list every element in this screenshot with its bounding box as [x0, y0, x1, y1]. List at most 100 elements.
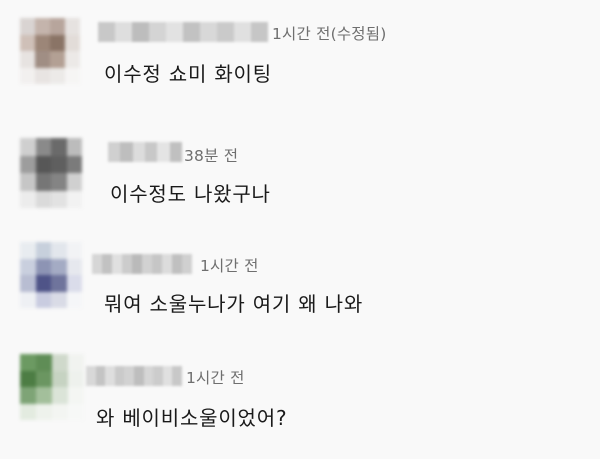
- name-pixel: [169, 142, 182, 162]
- comment-4: 1시간 전 와 베이비소울이었어?: [0, 340, 600, 459]
- name-pixel: [162, 366, 173, 386]
- comment-timestamp[interactable]: 1시간 전: [200, 254, 259, 276]
- avatar-pixel: [35, 51, 50, 68]
- avatar-pixel: [66, 138, 82, 156]
- avatar-pixel: [35, 291, 51, 308]
- avatar-pixel: [51, 138, 67, 156]
- avatar-pixel: [36, 387, 52, 404]
- comment-text: 이수정 쇼미 화이팅: [104, 62, 272, 86]
- name-pixel: [153, 366, 163, 386]
- avatar-pixel: [35, 34, 50, 51]
- avatar-pixel: [20, 190, 36, 208]
- avatar-pixel: [20, 291, 36, 308]
- avatar-pixel: [51, 275, 67, 292]
- name-pixel: [251, 22, 268, 42]
- avatar-pixel: [66, 258, 82, 275]
- avatar-pixel: [66, 291, 82, 308]
- avatar-pixel: [20, 155, 36, 173]
- name-pixel: [114, 366, 125, 386]
- avatar-pixel: [66, 242, 82, 259]
- avatar-pixel: [20, 403, 36, 420]
- avatar-pixel: [20, 173, 36, 191]
- avatar-pixel: [20, 354, 36, 371]
- avatar-pixel: [51, 291, 67, 308]
- avatar-pixel: [35, 190, 51, 208]
- comment-1: 1시간 전(수정됨) 이수정 쇼미 화이팅: [0, 0, 600, 110]
- name-pixel: [149, 22, 166, 42]
- avatar-pixel: [68, 403, 84, 420]
- avatar-pixel: [20, 51, 35, 68]
- avatar-pixel: [65, 67, 80, 84]
- avatar-pixel: [36, 370, 52, 387]
- avatar-pixel: [50, 34, 65, 51]
- comment-text: 뭐여 소울누나가 여기 왜 나와: [104, 292, 364, 316]
- avatar-pixel: [35, 258, 51, 275]
- avatar-pixel: [20, 34, 35, 51]
- avatar-pixel: [50, 51, 65, 68]
- avatar-pixel: [52, 387, 68, 404]
- name-pixel: [152, 254, 162, 274]
- avatar-pixel: [20, 370, 36, 387]
- avatar-pixel: [51, 258, 67, 275]
- name-pixel: [133, 366, 144, 386]
- avatar-pixel: [68, 387, 84, 404]
- avatar-pixel: [51, 155, 67, 173]
- name-pixel: [217, 22, 234, 42]
- avatar[interactable]: [20, 242, 82, 308]
- avatar-pixel: [68, 354, 84, 371]
- avatar-pixel: [52, 370, 68, 387]
- avatar-pixel: [52, 403, 68, 420]
- name-pixel: [132, 142, 145, 162]
- avatar-pixel: [51, 242, 67, 259]
- avatar-pixel: [36, 403, 52, 420]
- name-pixel: [108, 142, 121, 162]
- name-pixel: [172, 366, 182, 386]
- avatar-pixel: [35, 138, 51, 156]
- comment-3: 1시간 전 뭐여 소울누나가 여기 왜 나와: [0, 230, 600, 340]
- author-name[interactable]: [98, 22, 268, 42]
- avatar-pixel: [51, 190, 67, 208]
- avatar-pixel: [66, 275, 82, 292]
- comment-2: 38분 전 이수정도 나왔구나: [0, 110, 600, 230]
- author-name[interactable]: [108, 142, 182, 162]
- name-pixel: [183, 22, 200, 42]
- name-pixel: [98, 22, 115, 42]
- avatar-pixel: [50, 67, 65, 84]
- avatar-pixel: [35, 275, 51, 292]
- name-pixel: [172, 254, 182, 274]
- author-name[interactable]: [92, 254, 192, 274]
- name-pixel: [105, 366, 115, 386]
- avatar-pixel: [20, 258, 36, 275]
- name-pixel: [162, 254, 172, 274]
- comment-timestamp[interactable]: 1시간 전: [186, 366, 245, 388]
- avatar-pixel: [52, 354, 68, 371]
- name-pixel: [200, 22, 217, 42]
- name-pixel: [102, 254, 112, 274]
- avatar-pixel: [20, 387, 36, 404]
- avatar[interactable]: [20, 18, 80, 84]
- avatar-pixel: [66, 155, 82, 173]
- avatar-pixel: [35, 155, 51, 173]
- comment-timestamp[interactable]: 1시간 전(수정됨): [272, 22, 386, 44]
- avatar-pixel: [35, 242, 51, 259]
- avatar-pixel: [66, 190, 82, 208]
- avatar-pixel: [35, 173, 51, 191]
- avatar-pixel: [68, 370, 84, 387]
- name-pixel: [92, 254, 102, 274]
- name-pixel: [95, 366, 106, 386]
- avatar[interactable]: [20, 354, 84, 420]
- avatar-pixel: [20, 138, 36, 156]
- avatar-pixel: [65, 34, 80, 51]
- name-pixel: [166, 22, 183, 42]
- name-pixel: [112, 254, 122, 274]
- avatar[interactable]: [20, 138, 82, 208]
- name-pixel: [124, 366, 134, 386]
- avatar-pixel: [20, 242, 36, 259]
- name-pixel: [144, 142, 158, 162]
- comment-timestamp[interactable]: 38분 전: [184, 144, 238, 166]
- avatar-pixel: [35, 18, 50, 35]
- avatar-pixel: [20, 275, 36, 292]
- author-name[interactable]: [86, 366, 182, 386]
- avatar-pixel: [65, 18, 80, 35]
- avatar-pixel: [20, 67, 35, 84]
